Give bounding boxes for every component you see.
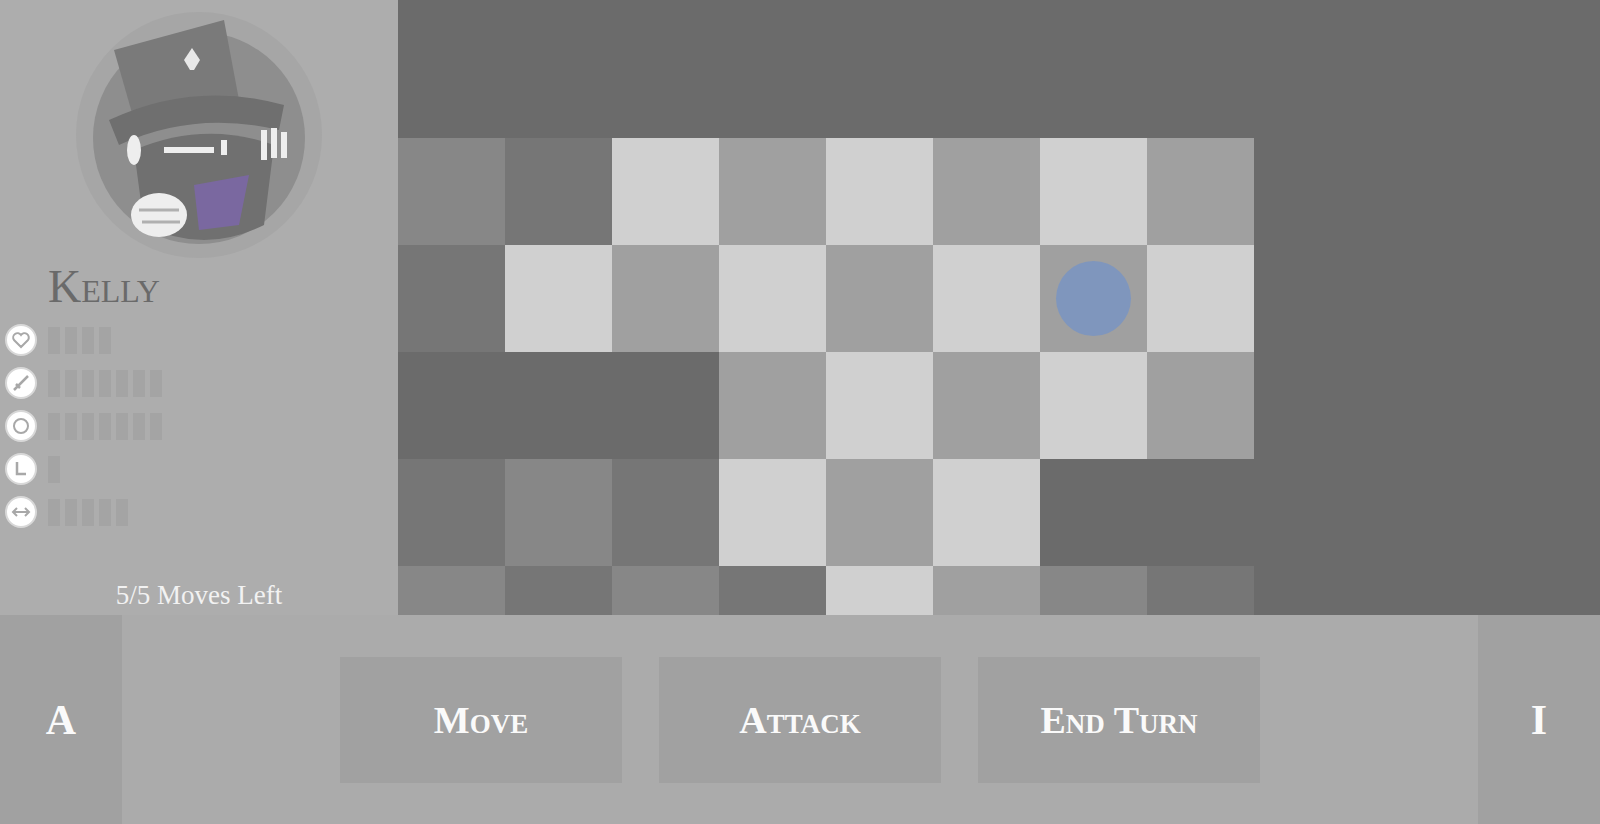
board-tile[interactable] — [719, 566, 826, 615]
board-tile[interactable] — [1147, 138, 1254, 245]
stat-pips — [48, 327, 111, 354]
board-tile[interactable] — [505, 138, 612, 245]
stat-row — [5, 448, 398, 491]
side-button[interactable]: I — [1478, 615, 1600, 824]
board-tile[interactable] — [933, 138, 1040, 245]
stat-pip — [48, 413, 60, 440]
stat-pip — [65, 327, 77, 354]
stat-pip — [82, 499, 94, 526]
action-button[interactable]: End Turn — [978, 657, 1260, 783]
stat-pip — [65, 413, 77, 440]
sword-icon — [5, 367, 37, 399]
board-tile[interactable] — [826, 459, 933, 566]
stat-pip — [133, 370, 145, 397]
board-tile[interactable] — [719, 459, 826, 566]
side-button[interactable]: A — [0, 615, 122, 824]
stat-pip — [116, 499, 128, 526]
heart-icon — [5, 324, 37, 356]
board-tile[interactable] — [398, 245, 505, 352]
stat-pip — [99, 370, 111, 397]
board-tile[interactable] — [719, 352, 826, 459]
board-tile — [1040, 459, 1147, 566]
board-tile[interactable] — [612, 566, 719, 615]
board-tile[interactable] — [398, 566, 505, 615]
board-tile[interactable] — [826, 138, 933, 245]
board-tile — [398, 352, 505, 459]
stat-pip — [150, 413, 162, 440]
boot-icon — [5, 453, 37, 485]
board-tile — [612, 352, 719, 459]
board-tile[interactable] — [505, 245, 612, 352]
board-tile[interactable] — [933, 352, 1040, 459]
board-tile[interactable] — [1147, 352, 1254, 459]
board-tile — [1147, 459, 1254, 566]
board-tile[interactable] — [612, 245, 719, 352]
stat-pip — [82, 370, 94, 397]
character-panel: Kelly 5/5 Moves Left — [0, 0, 398, 615]
board-tile[interactable] — [933, 245, 1040, 352]
stat-pips — [48, 413, 162, 440]
stat-pip — [48, 456, 60, 483]
board-tile[interactable] — [398, 459, 505, 566]
board-tile[interactable] — [505, 566, 612, 615]
stat-pips — [48, 370, 162, 397]
portrait — [0, 10, 398, 260]
stat-pip — [48, 499, 60, 526]
board-tile[interactable] — [1040, 245, 1147, 352]
unit-token[interactable] — [1056, 261, 1131, 336]
range-icon — [5, 496, 37, 528]
board-tile[interactable] — [398, 138, 505, 245]
stat-pip — [65, 499, 77, 526]
stat-pip — [116, 370, 128, 397]
stat-pip — [99, 327, 111, 354]
stat-pips — [48, 499, 128, 526]
board-tile[interactable] — [826, 566, 933, 615]
board-tile[interactable] — [612, 459, 719, 566]
board-tile — [505, 352, 612, 459]
game-screen: Kelly 5/5 Moves LeftA Move Attack End Turn I — [0, 0, 1600, 824]
board-tile[interactable] — [826, 352, 933, 459]
stat-pips — [48, 456, 60, 483]
stat-pip — [150, 370, 162, 397]
stat-pip — [48, 370, 60, 397]
stat-pip — [99, 499, 111, 526]
stat-row — [5, 362, 398, 405]
top-area: Kelly 5/5 Moves Left — [0, 0, 1600, 615]
board-tile[interactable] — [719, 245, 826, 352]
action-button[interactable]: Move — [340, 657, 622, 783]
board-tile[interactable] — [1040, 352, 1147, 459]
stat-list — [0, 319, 398, 534]
stat-pip — [48, 327, 60, 354]
board-tile[interactable] — [933, 566, 1040, 615]
stat-row — [5, 319, 398, 362]
character-name: Kelly — [0, 262, 398, 313]
portrait-icon — [74, 10, 324, 260]
stat-pip — [82, 327, 94, 354]
stat-pip — [99, 413, 111, 440]
tile-grid — [398, 138, 1600, 615]
shield-icon — [5, 410, 37, 442]
board-tile[interactable] — [933, 459, 1040, 566]
stat-row — [5, 491, 398, 534]
action-group: Move Attack End Turn — [340, 615, 1260, 824]
board-tile[interactable] — [505, 459, 612, 566]
stat-pip — [65, 370, 77, 397]
board-tile[interactable] — [719, 138, 826, 245]
moves-left: 5/5 Moves Left — [0, 578, 398, 613]
board-tile[interactable] — [1040, 138, 1147, 245]
board-tile[interactable] — [1147, 566, 1254, 615]
stat-pip — [82, 413, 94, 440]
board-tile[interactable] — [1040, 566, 1147, 615]
board-tile[interactable] — [826, 245, 933, 352]
action-button[interactable]: Attack — [659, 657, 941, 783]
board-tile[interactable] — [612, 138, 719, 245]
game-board — [398, 0, 1600, 615]
stat-pip — [116, 413, 128, 440]
board-tile[interactable] — [1147, 245, 1254, 352]
stat-pip — [133, 413, 145, 440]
action-bar: A Move Attack End Turn I — [0, 615, 1600, 824]
stat-row — [5, 405, 398, 448]
